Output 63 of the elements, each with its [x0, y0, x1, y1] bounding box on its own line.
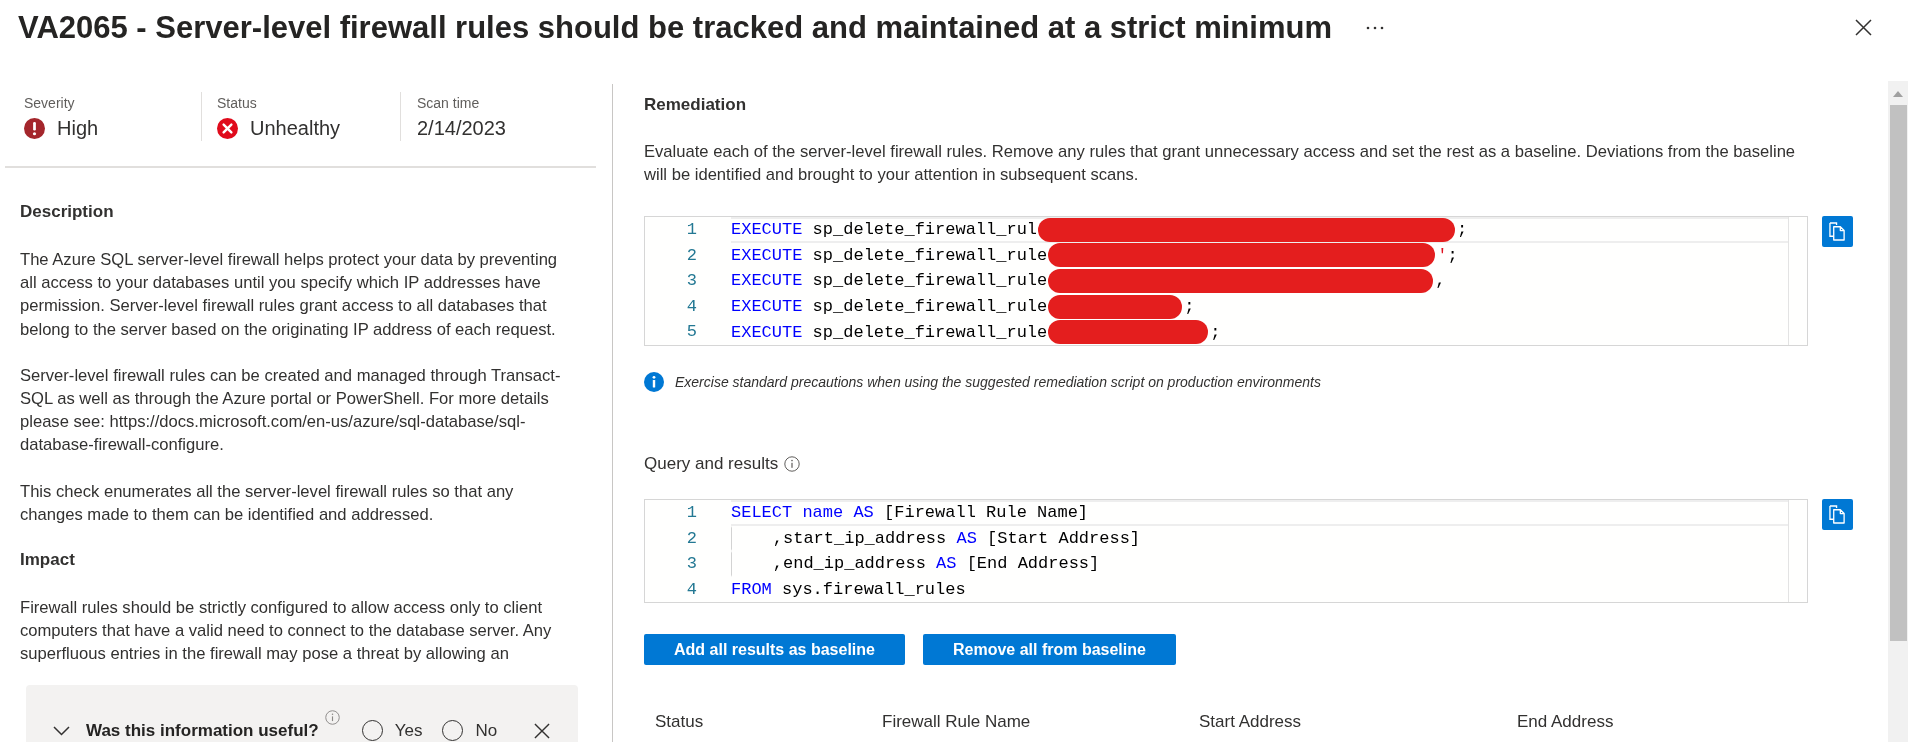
- description-text: Server-level firewall rules can be created and managed through Transact-SQL as well as through the Azure portal or PowerShell. For more details please see: https://docs.microsoft.com/en-us/azure/sql-database/sql-database-firewall-configure.: [20, 364, 562, 457]
- chevron-down-icon[interactable]: [53, 725, 70, 736]
- primary-button[interactable]: Add all results as baseline: [644, 634, 905, 666]
- x-circle-icon: [217, 117, 238, 139]
- summary-label: Scan time: [417, 94, 480, 112]
- note-text: Exercise standard precautions when using the suggested remediation script on production environments: [675, 372, 1321, 392]
- code-text: EXECUTE sp_delete_firewall_rule: [731, 270, 1048, 292]
- code-text: EXECUTE sp_delete_firewall_rule: [731, 244, 1048, 266]
- copy-button[interactable]: [1822, 216, 1853, 247]
- more-icon[interactable]: [1365, 26, 1384, 30]
- line-number: 4: [685, 295, 697, 318]
- radio-label[interactable]: No: [475, 719, 498, 742]
- code-text: ,start_ip_address AS [Start Address]: [771, 527, 1141, 549]
- section-heading: Impact: [20, 549, 76, 572]
- code-text: EXECUTE sp_delete_firewall_rule: [731, 296, 1048, 318]
- code-text: ,: [1435, 270, 1446, 292]
- section-heading: Query and results: [644, 452, 779, 475]
- info-icon: [784, 455, 801, 472]
- column-header: Start Address: [1199, 711, 1302, 734]
- remediation-text: Evaluate each of the server-level firewall rules. Remove any rules that grant unnecessary access and set the rest as a baseline. Deviations from the baseline will be identified and brought to your attention in subsequent scans.: [644, 141, 1797, 186]
- column-header: Firewall Rule Name: [882, 711, 1031, 734]
- description-text: The Azure SQL server-level firewall helps protect your data by preventing all access to your databases until you specify which IP addresses have permission. Server-level firewall rules grant access to all databases that belong to the server based on the originating IP address of each request.: [20, 249, 559, 341]
- column-header: Status: [655, 711, 704, 734]
- line-number: 2: [685, 527, 697, 550]
- line-number: 1: [685, 219, 697, 241]
- close-icon[interactable]: [1855, 19, 1872, 36]
- line-number: 5: [685, 321, 697, 344]
- copy-button[interactable]: [1822, 498, 1853, 530]
- code-text: ;: [1184, 296, 1195, 318]
- code-text: ;: [1210, 321, 1221, 343]
- exclamation-circle-icon: [24, 117, 45, 139]
- summary-value: 2/14/2023: [417, 116, 506, 141]
- code-text: EXECUTE sp_delete_firewall_rul: [731, 219, 1038, 241]
- scrollbar-thumb[interactable]: [1889, 105, 1907, 641]
- copy-icon: [1829, 222, 1846, 241]
- summary-label: Status: [217, 94, 257, 112]
- code-text: ,end_ip_address AS [End Address]: [771, 553, 1100, 575]
- line-number: 3: [685, 270, 697, 293]
- summary-value: High: [57, 116, 99, 141]
- line-number: 1: [685, 501, 697, 524]
- code-text: ;: [1457, 219, 1468, 241]
- impact-text: Firewall rules should be strictly configured to allow access only to client computers that have a valid need to connect to the database server. Any superfluous entries in the firewall may pose a threat by allowing an: [20, 597, 553, 666]
- info-icon: [324, 710, 340, 725]
- line-number: 2: [685, 244, 697, 267]
- close-icon[interactable]: [534, 722, 550, 739]
- code-text: EXECUTE sp_delete_firewall_rule: [731, 321, 1048, 343]
- section-heading: Remediation: [644, 94, 748, 116]
- copy-icon: [1829, 504, 1846, 524]
- code-text: SELECT name AS [Firewall Rule Name]: [731, 502, 1089, 524]
- line-number: 4: [685, 578, 697, 601]
- primary-button[interactable]: Remove all from baseline: [922, 634, 1176, 666]
- radio-label[interactable]: Yes: [394, 719, 423, 742]
- code-text: ';: [1437, 244, 1458, 266]
- feedback-question: Was this information useful?: [86, 719, 319, 742]
- section-heading: Description: [20, 201, 115, 223]
- summary-value: Unhealthy: [250, 116, 341, 141]
- summary-label: Severity: [24, 94, 75, 112]
- info-icon: [644, 371, 664, 392]
- column-header: End Address: [1517, 711, 1614, 734]
- description-text: This check enumerates all the server-level firewall rules so that any changes made to them can be identified and addressed.: [20, 480, 515, 526]
- panel-title: VA2065 - Server-level firewall rules should be tracked and maintained at a strict minimum: [18, 9, 1332, 47]
- code-text: FROM sys.firewall_rules: [731, 579, 966, 601]
- line-number: 3: [685, 553, 697, 576]
